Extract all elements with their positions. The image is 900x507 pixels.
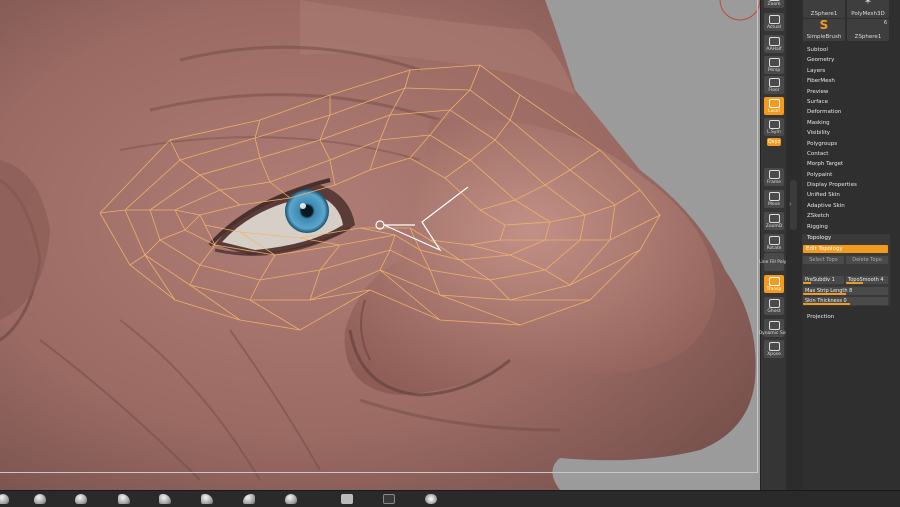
delete-topo-button[interactable]: Delete Topo — [846, 256, 888, 264]
iris — [285, 189, 329, 233]
floor-button[interactable]: Floor — [764, 76, 784, 94]
floor-icon — [768, 77, 780, 87]
menu-masking[interactable]: Masking — [807, 118, 889, 128]
menu-contact[interactable]: Contact — [807, 149, 889, 159]
toposmooth-slider[interactable]: TopoSmooth 4 — [846, 276, 888, 284]
zoom-button[interactable]: Zoom — [764, 0, 784, 8]
clay-brush-icon[interactable] — [117, 493, 131, 504]
lsym-button[interactable]: L.Sym — [764, 118, 784, 136]
simplebrush-icon: S — [819, 18, 829, 32]
menu-layers[interactable]: Layers — [807, 66, 889, 76]
menu-fibermesh[interactable]: FiberMesh — [807, 76, 889, 86]
menu-rigging[interactable]: Rigging — [807, 222, 889, 232]
skin-thickness-fill — [803, 303, 850, 305]
texture-icon[interactable] — [424, 493, 438, 504]
star-icon: ✶ — [863, 0, 873, 7]
ghost-icon — [768, 298, 780, 308]
frame-button[interactable]: Frame — [764, 168, 784, 186]
zoomd-button[interactable]: ZoomD — [764, 212, 784, 230]
menu-projection[interactable]: Projection — [807, 314, 834, 320]
max-strip-fill — [803, 293, 846, 295]
rotate-button[interactable]: Rotate — [764, 234, 784, 252]
clay-brush-icon[interactable] — [242, 493, 256, 504]
polyf-button[interactable]: Line Fill PolyF — [759, 253, 789, 271]
transp-button[interactable]: Transp — [764, 275, 784, 293]
bottom-brush-shelf — [0, 490, 900, 507]
sphere-brush-icon[interactable] — [284, 493, 298, 504]
tool-thumb-simplebrush[interactable]: S SimpleBrush — [803, 19, 845, 41]
actual-button[interactable]: Actual — [764, 13, 784, 31]
sphere-brush-icon[interactable] — [33, 493, 47, 504]
presubdiv-fill — [803, 282, 812, 284]
transp-icon — [768, 276, 780, 286]
move-icon — [768, 191, 780, 201]
persp-icon — [768, 57, 780, 67]
aahalf-icon — [768, 36, 780, 46]
sculpt-canvas[interactable] — [0, 0, 760, 490]
menu-deformation[interactable]: Deformation — [807, 107, 889, 117]
tool-thumb-zsphere[interactable]: ZSphere1 — [803, 0, 845, 18]
edit-topology-button[interactable]: Edit Topology — [803, 245, 888, 253]
menu-preview[interactable]: Preview — [807, 87, 889, 97]
solo-icon — [768, 320, 780, 330]
toposmooth-fill — [846, 282, 863, 284]
menu-adaptive-skin[interactable]: Adaptive Skin — [807, 201, 889, 211]
alpha-icon[interactable] — [382, 493, 396, 504]
local-icon — [768, 98, 780, 108]
zoom-icon — [768, 0, 780, 1]
move-button[interactable]: Move — [764, 190, 784, 208]
palette-scroll-gutter[interactable]: › — [786, 0, 802, 490]
clay-brush-icon[interactable] — [200, 493, 214, 504]
xpose-icon — [768, 341, 780, 351]
actual-icon — [768, 14, 780, 24]
topology-title[interactable]: Topology — [807, 235, 831, 241]
frame-icon — [768, 169, 780, 179]
persp-button[interactable]: Persp — [764, 56, 784, 74]
ghost-button[interactable]: Ghost — [764, 297, 784, 315]
right-shelf: Zoom Actual AAHalf Persp Floor Local L.S… — [759, 0, 789, 490]
local-button[interactable]: Local — [764, 97, 784, 115]
dynamic-solo-button[interactable]: Dynamic Solo — [759, 319, 789, 337]
tool-thumb-zsphere-2[interactable]: 6 ZSphere1 — [847, 19, 889, 41]
rotate-icon — [768, 235, 780, 245]
menu-display-properties[interactable]: Display Properties — [807, 180, 889, 190]
sphere-brush-icon[interactable] — [74, 493, 88, 504]
stroke-icon[interactable] — [340, 493, 354, 504]
menu-polypaint[interactable]: Polypaint — [807, 170, 889, 180]
aahalf-button[interactable]: AAHalf — [764, 35, 784, 53]
3d-viewport[interactable] — [0, 0, 760, 490]
menu-geometry[interactable]: Geometry — [807, 55, 889, 65]
qxyz-button[interactable]: Qxyz — [767, 138, 781, 146]
zoomd-icon — [768, 213, 780, 223]
menu-morph-target[interactable]: Morph Target — [807, 159, 889, 169]
skin-thickness-slider[interactable]: Skin Thickness 0 — [803, 297, 888, 305]
chevron-right-icon: › — [789, 200, 792, 208]
lsym-icon — [768, 119, 780, 129]
menu-subtool[interactable]: Subtool — [807, 45, 889, 55]
menu-zsketch[interactable]: ZSketch — [807, 211, 889, 221]
tool-menu-list: Subtool Geometry Layers FiberMesh Previe… — [807, 45, 889, 232]
select-topo-button[interactable]: Select Topo — [803, 256, 844, 264]
tool-palette: ZSphere1 ✶ PolyMesh3D S SimpleBrush 6 ZSphe… — [802, 0, 900, 490]
xpose-button[interactable]: Xpose — [764, 340, 784, 358]
menu-polygroups[interactable]: Polygroups — [807, 139, 889, 149]
max-strip-length-slider[interactable]: Max Strip Length 8 — [803, 287, 888, 295]
sphere-brush-icon[interactable] — [0, 493, 10, 504]
menu-unified-skin[interactable]: Unified Skin — [807, 190, 889, 200]
presubdiv-slider[interactable]: PreSubdiv 1 — [803, 276, 844, 284]
menu-surface[interactable]: Surface — [807, 97, 889, 107]
menu-visibility[interactable]: Visibility — [807, 128, 889, 138]
clay-brush-icon[interactable] — [158, 493, 172, 504]
tool-thumb-polymesh3d[interactable]: ✶ PolyMesh3D — [847, 0, 889, 18]
